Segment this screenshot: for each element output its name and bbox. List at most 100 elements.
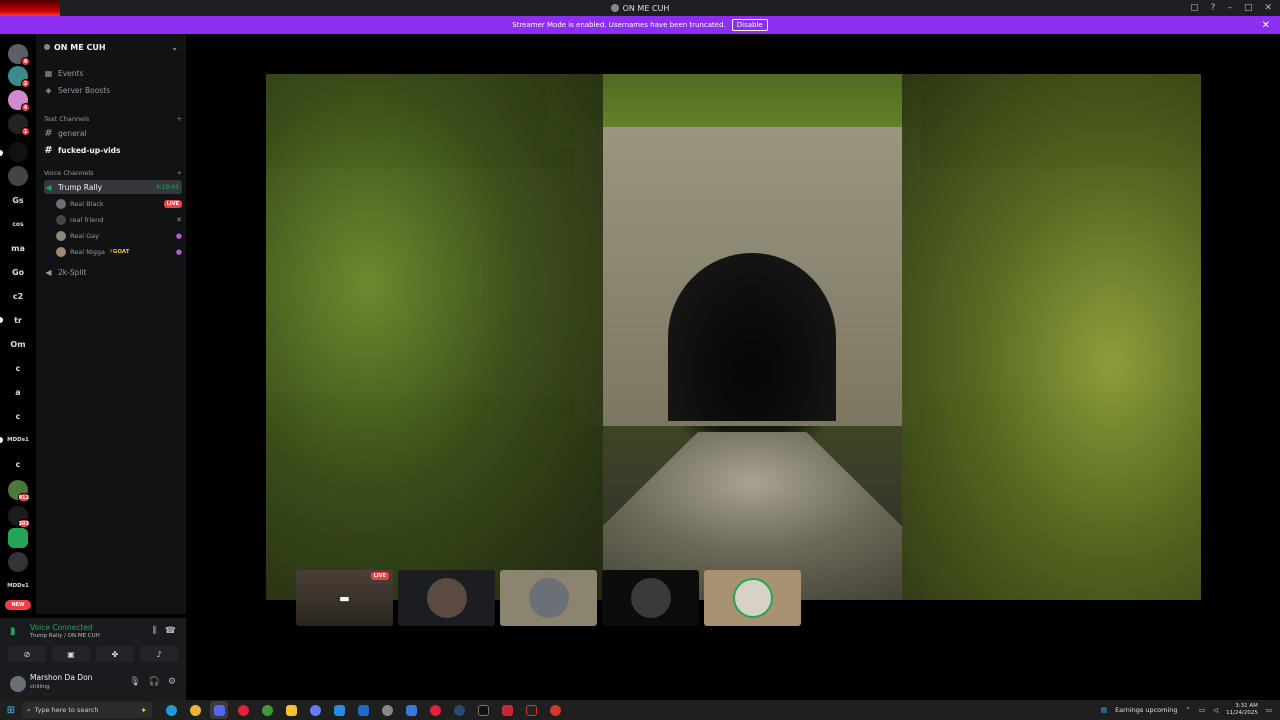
channel-fucked-up-vids[interactable]: # fucked-up-vids (44, 143, 182, 157)
server-icon-tools[interactable]: 1 (8, 114, 30, 136)
server-icon-om[interactable]: Om (8, 334, 28, 354)
chrome-icon[interactable] (186, 701, 204, 719)
screen-share-button[interactable]: ▣ (52, 646, 90, 662)
discord-icon[interactable] (210, 701, 228, 719)
voice-user[interactable]: Real Gay ● (56, 229, 182, 243)
news-icon[interactable]: ▤ (1101, 706, 1107, 714)
server-icon-ma[interactable]: ma (8, 238, 28, 258)
inbox-icon[interactable]: ▢ (1190, 3, 1199, 13)
voice-user[interactable]: Real Black LIVE (56, 197, 182, 211)
unread-pill (0, 150, 3, 156)
opera-icon[interactable] (234, 701, 252, 719)
app-icon-red[interactable] (498, 701, 516, 719)
terminal-icon[interactable] (522, 701, 540, 719)
camera-button[interactable]: ⊘ (8, 646, 46, 662)
user-avatar[interactable] (10, 676, 26, 692)
store-icon[interactable] (330, 701, 348, 719)
channel-general[interactable]: # general (44, 126, 182, 140)
record-icon[interactable] (426, 701, 444, 719)
add-channel-icon[interactable]: + (177, 115, 182, 123)
server-icon-c[interactable]: c (8, 358, 28, 378)
windows-start-icon[interactable]: ⊞ (0, 700, 22, 720)
new-badge[interactable]: NEW (5, 600, 31, 610)
headphones-icon[interactable]: 🎧 (149, 677, 160, 687)
server-icon-mask[interactable] (8, 142, 28, 162)
server-boosts-item[interactable]: ◈ Server Boosts (44, 83, 182, 97)
server-icon-2[interactable]: 2 (8, 66, 30, 88)
mail-icon[interactable] (402, 701, 420, 719)
tray-overflow-icon[interactable]: ⌃ (1186, 706, 1191, 714)
xbox-icon[interactable] (258, 701, 276, 719)
microphone-icon[interactable]: 🎙 (129, 677, 140, 687)
soundboard-button[interactable]: ♪ (140, 646, 178, 662)
network-icon[interactable]: ▭ (1199, 706, 1205, 714)
server-icon-3[interactable]: 4 (8, 90, 30, 112)
close-window-button[interactable]: ✕ (1264, 3, 1272, 13)
server-icon-1[interactable]: 4 (8, 44, 30, 66)
voice-channel-trump-rally[interactable]: ◀ Trump Rally 4:19:05 (44, 180, 182, 194)
calendar-icon: ▦ (44, 68, 53, 78)
server-icon-mdds1[interactable]: MDDs1 (7, 430, 29, 450)
voice-user-name: real friend (70, 216, 104, 224)
server-icon-c-3[interactable]: c (8, 454, 28, 474)
server-icon-tr[interactable]: tr (8, 310, 28, 330)
server-icon-bot[interactable] (8, 528, 28, 548)
server-icon-a[interactable]: a (8, 382, 28, 402)
server-icon-gs[interactable]: Gs (8, 190, 28, 210)
settings-icon[interactable] (378, 701, 396, 719)
voice-channels-category[interactable]: Voice Channels + (44, 169, 182, 177)
obs-icon[interactable] (546, 701, 564, 719)
events-item[interactable]: ▦ Events (44, 66, 182, 80)
banner-text: Streamer Mode is enabled. Usernames have… (512, 21, 726, 29)
participant-tile-stream[interactable]: ▬ LIVE (296, 570, 393, 626)
files-icon[interactable] (282, 701, 300, 719)
soundboard-icon: ♪ (156, 649, 162, 659)
activities-button[interactable]: ✤ (96, 646, 134, 662)
gear-icon[interactable]: ⚙ (168, 677, 176, 687)
help-icon[interactable]: ? (1211, 3, 1216, 13)
voice-user-name: Real Nigga (70, 248, 105, 256)
signal-icon[interactable]: ▮ (10, 626, 16, 637)
server-icon-logo[interactable] (8, 552, 28, 572)
stream-video[interactable] (266, 74, 1201, 600)
steam-icon[interactable] (450, 701, 468, 719)
participant-tile[interactable] (704, 570, 801, 626)
server-icon-green[interactable]: 912 (8, 480, 30, 502)
avatar (528, 578, 569, 618)
server-icon-c-2[interactable]: c (8, 406, 28, 426)
voice-channel-2k-split[interactable]: ◀ 2k-Split (44, 265, 182, 279)
participant-tile[interactable] (398, 570, 495, 626)
copilot-app-icon[interactable] (306, 701, 324, 719)
participant-tile[interactable] (500, 570, 597, 626)
close-banner-icon[interactable]: ✕ (1262, 20, 1270, 31)
outlook-icon[interactable] (354, 701, 372, 719)
minimize-button[interactable]: – (1227, 3, 1232, 13)
voice-user[interactable]: real friend ✕ (56, 213, 182, 227)
add-channel-icon[interactable]: + (177, 169, 182, 177)
server-icon-cos[interactable]: cos (8, 214, 28, 234)
taskbar-search[interactable]: ⌕ Type here to search ✦ (22, 702, 152, 718)
news-widget[interactable]: Earnings upcoming (1115, 706, 1177, 714)
maximize-button[interactable]: □ (1244, 3, 1253, 13)
server-icon-active[interactable] (8, 166, 28, 186)
edge-icon[interactable] (162, 701, 180, 719)
user-name[interactable]: Marshon Da Don (30, 673, 92, 682)
participant-tile[interactable] (602, 570, 699, 626)
avatar (732, 578, 773, 618)
clock[interactable]: 3:31 AM 11/24/2025 (1226, 703, 1258, 717)
text-channels-category[interactable]: Text Channels + (44, 115, 182, 123)
server-icon-c2[interactable]: c2 (8, 286, 28, 306)
game-icon[interactable] (474, 701, 492, 719)
server-icon-mdds1-2[interactable]: MDDs1 (7, 576, 29, 596)
voice-status[interactable]: Voice Connected (30, 623, 93, 632)
volume-icon[interactable]: ◁ (1213, 706, 1218, 714)
disable-streamer-button[interactable]: Disable (731, 19, 768, 31)
voice-user[interactable]: Real Nigga ⚡GOAT ● (56, 245, 182, 259)
user-panel: Marshon Da Don chilling 🎙 🎧 ⚙ (0, 668, 186, 700)
server-icon-dark[interactable]: 203 (8, 506, 30, 528)
noise-suppression-icon[interactable]: ⫼ (153, 626, 157, 636)
notifications-icon[interactable]: ▭ (1266, 706, 1272, 714)
server-header[interactable]: ON ME CUH ⌄ (36, 34, 186, 60)
disconnect-icon[interactable]: ☎ (165, 626, 176, 636)
server-icon-go[interactable]: Go (8, 262, 28, 282)
